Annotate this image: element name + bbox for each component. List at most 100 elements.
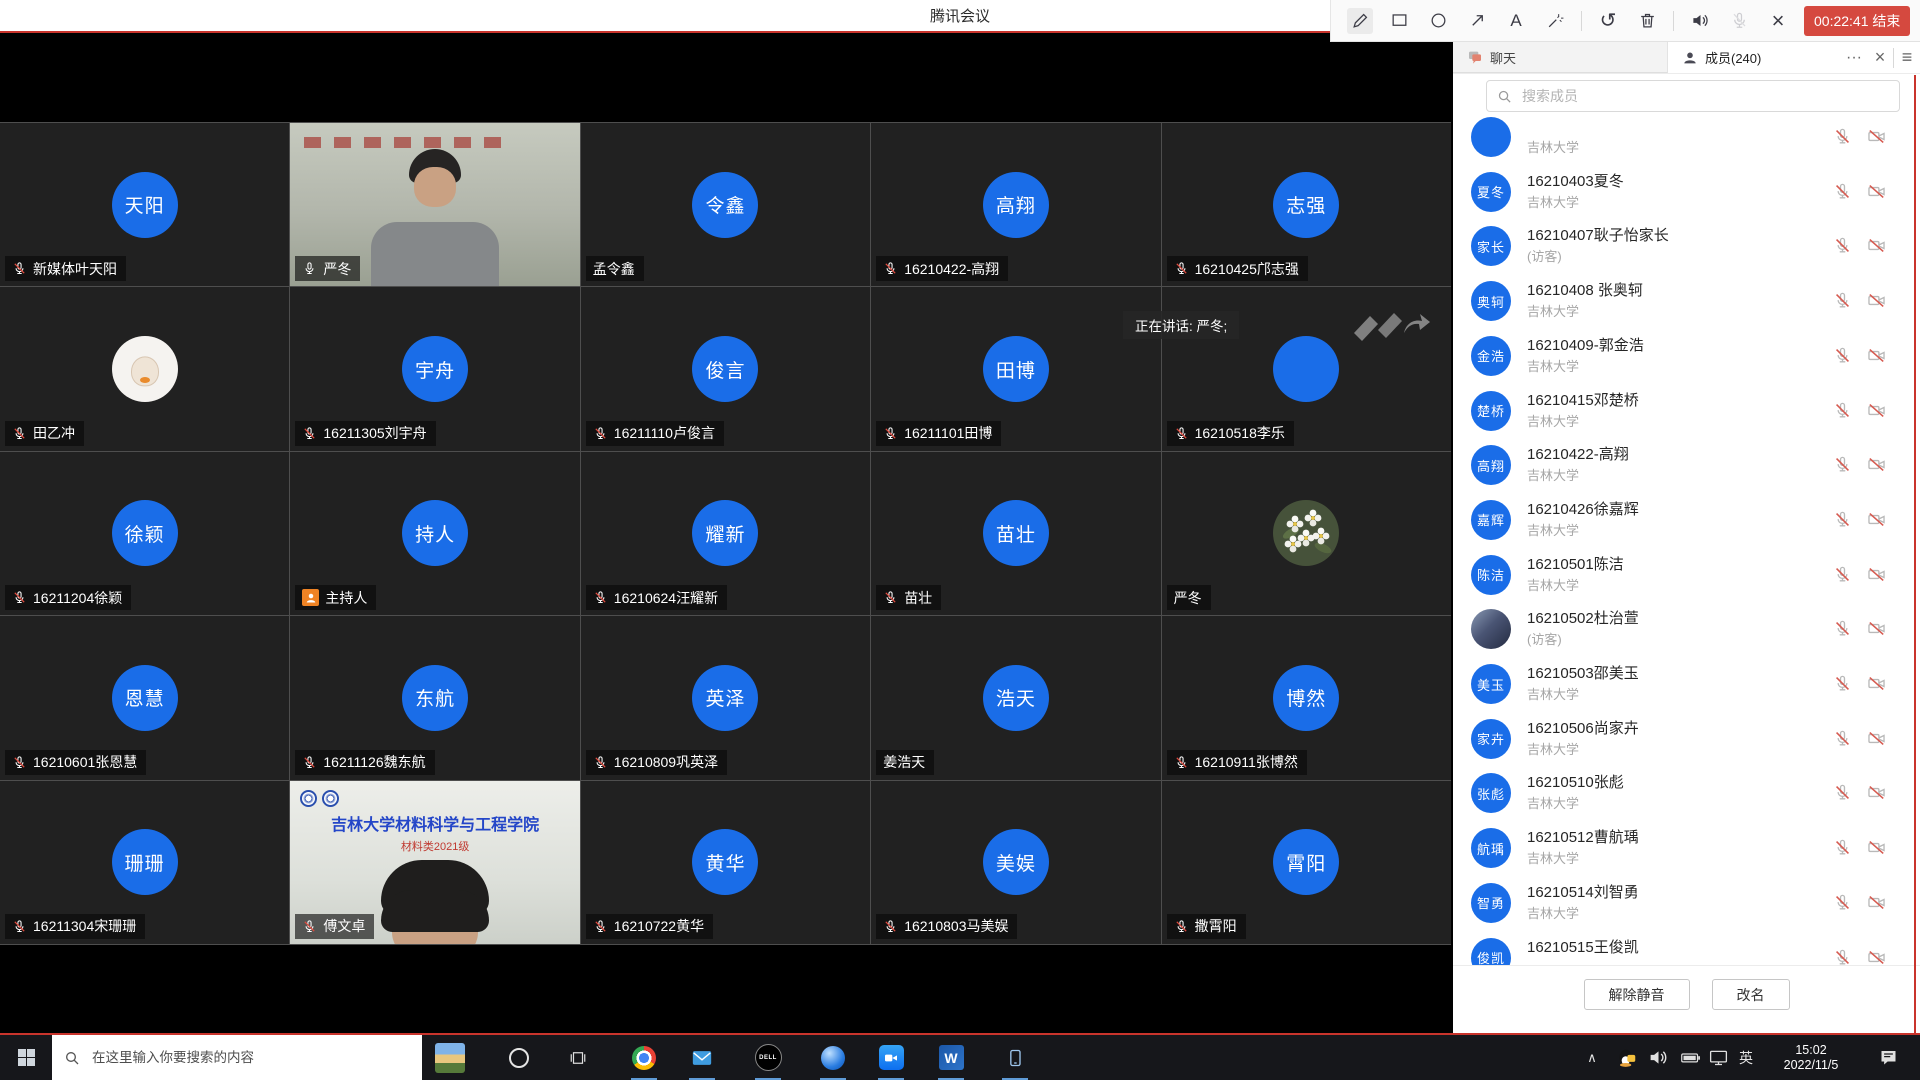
volume-tray-button[interactable]: [1640, 1035, 1676, 1080]
member-search-input[interactable]: [1520, 87, 1889, 105]
video-tile[interactable]: 田乙冲: [0, 287, 289, 450]
tab-members[interactable]: 成员(240): [1668, 42, 1841, 73]
member-av-controls[interactable]: [1833, 674, 1886, 693]
member-row[interactable]: 俊凯16210515王俊凯: [1453, 931, 1914, 966]
member-av-controls[interactable]: [1833, 893, 1886, 912]
video-tile[interactable]: 吉林大学材料科学与工程学院材料类2021级傅文卓: [290, 781, 579, 944]
member-av-controls[interactable]: [1833, 236, 1886, 255]
video-tile[interactable]: 宇舟16211305刘宇舟: [290, 287, 579, 450]
video-tile[interactable]: 黄华16210722黄华: [581, 781, 870, 944]
video-tile[interactable]: 珊珊16211304宋珊珊: [0, 781, 289, 944]
start-button[interactable]: [0, 1035, 52, 1080]
trash-icon[interactable]: [1634, 8, 1660, 34]
member-av-controls[interactable]: [1833, 401, 1886, 420]
member-row[interactable]: 美玉16210503邵美玉吉林大学: [1453, 657, 1914, 712]
video-tile[interactable]: 英泽16210809巩英泽: [581, 616, 870, 779]
panel-menu-icon[interactable]: ≡: [1894, 42, 1920, 73]
video-tile[interactable]: 博然16210911张博然: [1162, 616, 1451, 779]
participant-name-label: 16210624汪耀新: [586, 585, 727, 610]
video-tile[interactable]: 严冬: [1162, 452, 1451, 615]
ellipse-tool-icon[interactable]: [1425, 8, 1451, 34]
your-phone-button[interactable]: [991, 1035, 1039, 1080]
member-row[interactable]: 家卉16210506尚家卉吉林大学: [1453, 712, 1914, 767]
member-row[interactable]: 高翔16210422-高翔吉林大学: [1453, 438, 1914, 493]
panel-close-icon[interactable]: ×: [1867, 42, 1893, 73]
member-row[interactable]: 智勇16210514刘智勇吉林大学: [1453, 876, 1914, 931]
close-annotation-icon[interactable]: ×: [1765, 8, 1791, 34]
video-tile[interactable]: 浩天姜浩天: [871, 616, 1160, 779]
tab-chat[interactable]: 聊天: [1453, 42, 1668, 73]
member-list[interactable]: 吉林大学夏冬16210403夏冬吉林大学家长16210407耿子怡家长(访客)奥…: [1453, 115, 1914, 965]
video-tile[interactable]: 田博16211101田博: [871, 287, 1160, 450]
video-tile[interactable]: 持人主持人: [290, 452, 579, 615]
tray-expand-button[interactable]: ∧: [1572, 1035, 1612, 1080]
member-av-controls[interactable]: [1833, 565, 1886, 584]
dell-app-button[interactable]: DELL: [744, 1035, 792, 1080]
cortana-button[interactable]: [495, 1035, 543, 1080]
member-av-controls[interactable]: [1833, 127, 1886, 146]
participant-name-label: 16211101田博: [876, 421, 1001, 446]
member-av-controls[interactable]: [1833, 783, 1886, 802]
video-tile[interactable]: 东航16211126魏东航: [290, 616, 579, 779]
qq-tray-button[interactable]: [1608, 1035, 1644, 1080]
member-row[interactable]: 家长16210407耿子怡家长(访客): [1453, 219, 1914, 274]
member-row[interactable]: 夏冬16210403夏冬吉林大学: [1453, 165, 1914, 220]
word-button[interactable]: W: [927, 1035, 975, 1080]
tencent-meeting-button[interactable]: [867, 1035, 915, 1080]
member-row[interactable]: 16210502杜治萱(访客): [1453, 602, 1914, 657]
video-tile[interactable]: 美娱16210803马美娱: [871, 781, 1160, 944]
participant-avatar: 耀新: [692, 500, 758, 566]
video-tile[interactable]: 徐颖16211204徐颖: [0, 452, 289, 615]
task-view-button[interactable]: [554, 1035, 602, 1080]
meeting-timer-end-button[interactable]: 00:22:41 结束: [1804, 6, 1910, 36]
chrome-button[interactable]: [620, 1035, 668, 1080]
member-av-controls[interactable]: [1833, 455, 1886, 474]
member-av-controls[interactable]: [1833, 182, 1886, 201]
arrow-tool-icon[interactable]: [1464, 8, 1490, 34]
mail-button[interactable]: [678, 1035, 726, 1080]
video-tile[interactable]: 霄阳撒霄阳: [1162, 781, 1451, 944]
participant-avatar: [1273, 336, 1339, 402]
taskbar-clock[interactable]: 15:02 2022/11/5: [1758, 1035, 1864, 1080]
speaker-icon[interactable]: [1687, 8, 1713, 34]
video-tile[interactable]: 天阳新媒体叶天阳: [0, 123, 289, 286]
member-row[interactable]: 航瑀16210512曹航瑀吉林大学: [1453, 821, 1914, 876]
member-av-controls[interactable]: [1833, 729, 1886, 748]
video-tile[interactable]: 高翔16210422-高翔: [871, 123, 1160, 286]
taskbar-search-input[interactable]: [90, 1049, 410, 1066]
blue-sphere-app-button[interactable]: [809, 1035, 857, 1080]
unmute-button[interactable]: 解除静音: [1584, 979, 1690, 1010]
mic-muted-icon[interactable]: [1726, 8, 1752, 34]
member-av-controls[interactable]: [1833, 346, 1886, 365]
participant-name-label: 16210911张博然: [1167, 750, 1307, 775]
member-row[interactable]: 张彪16210510张彪吉林大学: [1453, 766, 1914, 821]
pen-tool-icon[interactable]: [1347, 8, 1373, 34]
member-av-controls[interactable]: [1833, 948, 1886, 966]
action-center-button[interactable]: [1866, 1035, 1910, 1080]
news-widget-button[interactable]: [428, 1035, 472, 1080]
video-tile[interactable]: 苗壮苗壮: [871, 452, 1160, 615]
video-tile[interactable]: 令鑫孟令鑫: [581, 123, 870, 286]
member-row[interactable]: 奥轲16210408 张奥轲吉林大学: [1453, 274, 1914, 329]
video-tile[interactable]: 俊言16211110卢俊言: [581, 287, 870, 450]
member-row[interactable]: 金浩16210409-郭金浩吉林大学: [1453, 329, 1914, 384]
member-av-controls[interactable]: [1833, 619, 1886, 638]
rectangle-tool-icon[interactable]: [1386, 8, 1412, 34]
video-tile[interactable]: 志强16210425邝志强: [1162, 123, 1451, 286]
undo-icon[interactable]: ↺: [1595, 8, 1621, 34]
video-tile[interactable]: 恩慧16210601张恩慧: [0, 616, 289, 779]
member-av-controls[interactable]: [1833, 510, 1886, 529]
laser-tool-icon[interactable]: [1542, 8, 1568, 34]
rename-button[interactable]: 改名: [1712, 979, 1790, 1010]
member-row[interactable]: 嘉辉16210426徐嘉辉吉林大学: [1453, 493, 1914, 548]
member-av-controls[interactable]: [1833, 838, 1886, 857]
member-row[interactable]: 楚桥16210415邓楚桥吉林大学: [1453, 384, 1914, 439]
network-display-icon: [1708, 1047, 1729, 1068]
panel-more-icon[interactable]: ···: [1841, 42, 1867, 73]
video-tile[interactable]: 严冬: [290, 123, 579, 286]
member-av-controls[interactable]: [1833, 291, 1886, 310]
member-row[interactable]: 吉林大学: [1453, 115, 1914, 165]
video-tile[interactable]: 耀新 16210624汪耀新: [581, 452, 870, 615]
member-row[interactable]: 陈洁16210501陈洁吉林大学: [1453, 548, 1914, 603]
text-tool-icon[interactable]: A: [1503, 8, 1529, 34]
